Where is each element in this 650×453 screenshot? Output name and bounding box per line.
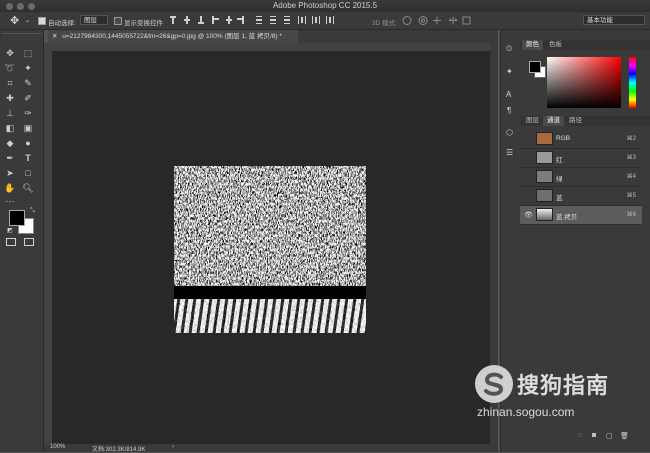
channel-shortcut: ⌘6 <box>626 212 636 218</box>
channels-footer: ◌ ◙ ▢ 🗑︎ <box>520 430 642 444</box>
magic-wand-icon[interactable]: ✦ <box>22 63 34 74</box>
document-image <box>174 166 366 333</box>
channel-name: RGB <box>556 135 571 142</box>
3d-panel-icon[interactable]: ⬡ <box>506 128 513 137</box>
type-tool-icon[interactable]: T <box>22 153 34 164</box>
document-tab[interactable]: ✕ u=2127984300,1445055722&fm=26&gp=0.jpg… <box>48 30 298 43</box>
brush-tool-icon[interactable]: ✐ <box>22 93 34 104</box>
history-panel-icon[interactable]: ⏲ <box>506 44 512 54</box>
history-brush-icon[interactable]: ✑ <box>22 108 34 119</box>
channel-thumbnail <box>536 189 553 202</box>
channel-name: 蓝 <box>556 195 563 202</box>
paragraph-panel-icon[interactable]: ¶ <box>507 106 511 115</box>
path-selection-icon[interactable]: ➤ <box>4 168 16 179</box>
tab-paths[interactable]: 路径 <box>565 116 586 126</box>
move-tool-icon[interactable]: ✥ <box>4 48 16 59</box>
color-spectrum-field[interactable] <box>547 57 621 108</box>
channel-row-green[interactable]: 绿 ⌘4 <box>520 168 642 187</box>
pen-tool-icon[interactable]: ✒ <box>4 153 16 164</box>
3d-mode-label: 3D 模式: <box>372 20 397 27</box>
delete-channel-icon[interactable]: 🗑︎ <box>620 432 629 440</box>
sogou-s-icon <box>484 372 504 396</box>
save-selection-icon[interactable]: ◙ <box>592 432 596 439</box>
channel-row-blue-copy[interactable]: 👁︎ 蓝 拷贝 ⌘6 <box>520 206 642 225</box>
sogou-logo <box>475 365 513 403</box>
channel-name: 红 <box>556 157 563 164</box>
shape-tool-icon[interactable]: □ <box>22 168 34 179</box>
gradient-tool-icon[interactable]: ▣ <box>22 123 34 134</box>
channel-shortcut: ⌘2 <box>626 136 636 142</box>
title-bar: Adobe Photoshop CC 2015.5 <box>0 0 650 12</box>
watermark-url: zhinan.sogou.com <box>477 405 575 419</box>
auto-select-dropdown[interactable]: 图层 <box>80 15 108 25</box>
channel-row-blue[interactable]: 蓝 ⌘5 <box>520 187 642 206</box>
quick-mask-icon[interactable] <box>6 238 16 246</box>
layers-panel-tabs: 图层 通道 路径 <box>520 116 650 126</box>
channel-thumbnail <box>536 208 553 221</box>
eyedropper-icon[interactable]: ✎ <box>22 78 34 89</box>
auto-select-label: 自动选择: <box>48 20 76 27</box>
zoom-level[interactable]: 100% <box>50 444 65 450</box>
canvas-area[interactable] <box>52 51 490 444</box>
character-panel-icon[interactable]: A <box>506 90 511 99</box>
channel-row-rgb[interactable]: RGB ⌘2 <box>520 130 642 149</box>
tools-panel: ✥ ⬚ ➰ ✦ ⌗ ✎ ✚ ✐ ⊥ ✑ ◧ ▣ ◆ ● ✒ T ➤ □ ✋ 🔍︎… <box>0 30 44 452</box>
close-tab-icon[interactable]: ✕ <box>52 33 57 40</box>
load-selection-icon[interactable]: ◌ <box>578 432 582 439</box>
healing-brush-icon[interactable]: ✚ <box>4 93 16 104</box>
channel-thumbnail <box>536 132 553 145</box>
visibility-eye-icon[interactable]: 👁︎ <box>524 211 533 219</box>
blur-tool-icon[interactable]: ◆ <box>4 138 16 149</box>
crop-tool-icon[interactable]: ⌗ <box>4 78 16 89</box>
chevron-right-icon[interactable]: › <box>172 444 174 450</box>
new-channel-icon[interactable]: ▢ <box>606 432 613 440</box>
align-distribute-icons[interactable] <box>170 15 370 26</box>
marquee-tool-icon[interactable]: ⬚ <box>22 48 34 59</box>
tab-color[interactable]: 颜色 <box>522 40 543 50</box>
channel-shortcut: ⌘5 <box>626 193 636 199</box>
tools-panel-grip <box>2 33 42 38</box>
screen-mode-icon[interactable] <box>24 238 34 246</box>
options-bar: ✥ ⌄ 自动选择: 图层 显示变换控件 3D 模式: 基本功能 <box>0 12 650 30</box>
properties-panel-icon[interactable]: ☰ <box>506 148 513 157</box>
brushes-panel-icon[interactable]: ✦ <box>506 67 513 76</box>
color-panel-tabs: 颜色 色板 <box>520 40 650 50</box>
show-transform-checkbox[interactable] <box>114 17 122 25</box>
show-transform-label: 显示变换控件 <box>124 20 163 27</box>
tab-swatches[interactable]: 色板 <box>545 40 566 50</box>
clone-stamp-icon[interactable]: ⊥ <box>4 108 16 119</box>
status-bar: 100% 文档:302.3K/814.9K › <box>44 444 498 453</box>
eraser-icon[interactable]: ◧ <box>4 123 16 134</box>
chevron-down-icon[interactable]: ⌄ <box>25 17 30 24</box>
channel-name: 绿 <box>556 176 563 183</box>
channel-thumbnail <box>536 170 553 183</box>
hue-slider[interactable] <box>629 57 636 108</box>
app-title: Adobe Photoshop CC 2015.5 <box>272 1 378 10</box>
channel-thumbnail <box>536 151 553 164</box>
channel-name: 蓝 拷贝 <box>556 214 578 221</box>
auto-select-checkbox[interactable] <box>38 17 46 25</box>
channel-row-red[interactable]: 红 ⌘3 <box>520 149 642 168</box>
swap-colors-icon[interactable]: ⤡ <box>30 208 35 215</box>
more-tools-icon[interactable]: ⋯ <box>4 196 16 207</box>
watermark-brand: 搜狗指南 <box>517 373 610 398</box>
document-tab-title: u=2127984300,1445055722&fm=26&gp=0.jpg @… <box>62 33 282 40</box>
tab-layers[interactable]: 图层 <box>522 116 543 126</box>
foreground-color-swatch[interactable] <box>9 210 25 226</box>
3d-mode-icons[interactable] <box>402 15 472 26</box>
dodge-tool-icon[interactable]: ● <box>22 138 34 149</box>
panel-foreground-swatch[interactable] <box>529 61 541 73</box>
tab-channels[interactable]: 通道 <box>543 116 564 126</box>
move-tool-icon[interactable]: ✥ <box>10 14 19 27</box>
hand-tool-icon[interactable]: ✋ <box>4 183 16 194</box>
channel-shortcut: ⌘4 <box>626 174 636 180</box>
channel-shortcut: ⌘3 <box>626 155 636 161</box>
lasso-tool-icon[interactable]: ➰ <box>4 63 16 74</box>
zoom-tool-icon[interactable]: 🔍︎ <box>22 183 34 194</box>
workspace-dropdown[interactable]: 基本功能 <box>583 15 645 25</box>
default-colors-icon[interactable]: ◩ <box>7 227 13 234</box>
